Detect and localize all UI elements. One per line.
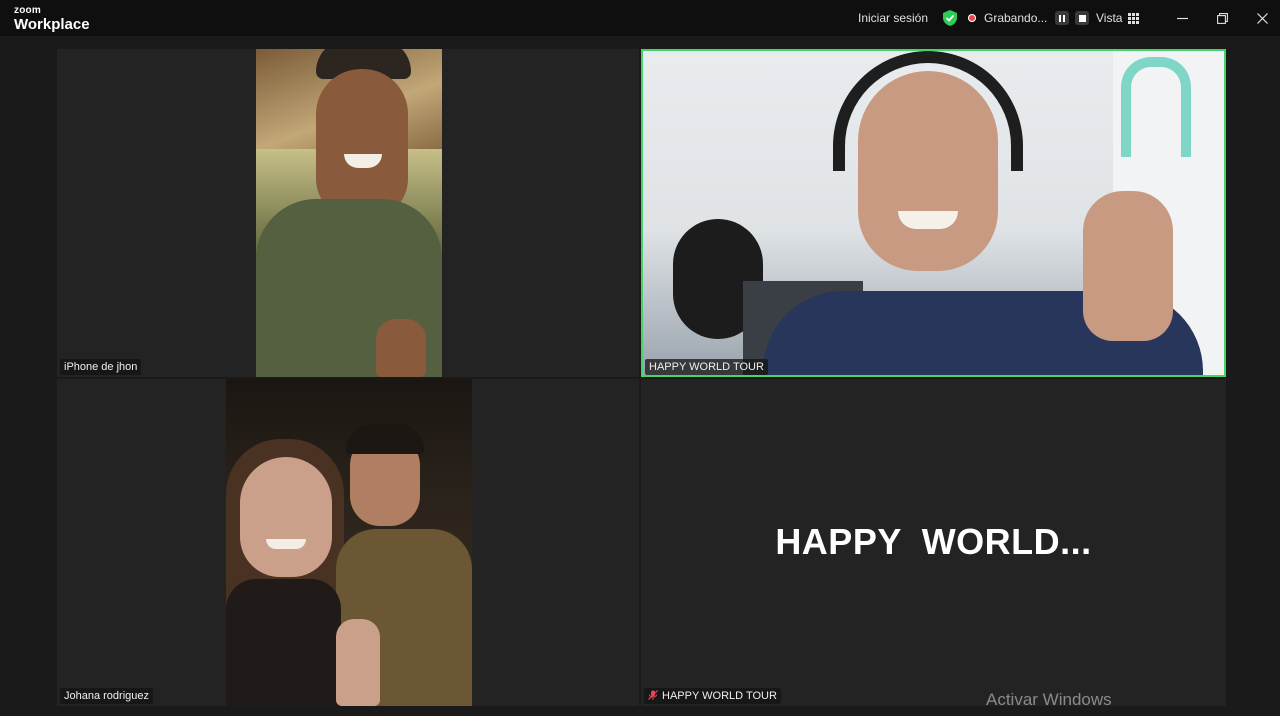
participant-name-tag: HAPPY WORLD TOUR — [644, 688, 781, 704]
participant-name-tag: Johana rodriguez — [60, 688, 154, 704]
shield-check-icon — [943, 10, 957, 26]
close-icon — [1256, 12, 1268, 24]
close-button[interactable] — [1242, 0, 1280, 36]
restore-icon — [1216, 12, 1228, 24]
pause-recording-button[interactable] — [1055, 11, 1070, 25]
video-tile-jhon[interactable]: iPhone de jhon — [57, 49, 639, 377]
face — [316, 69, 408, 219]
stop-icon — [1078, 14, 1086, 22]
face-woman — [240, 457, 332, 577]
grid-view-icon — [1128, 12, 1140, 24]
participant-video — [256, 49, 442, 377]
minimize-icon — [1176, 17, 1188, 19]
participant-display-name: HAPPY WORLD... — [775, 521, 1092, 562]
sign-in-button[interactable]: Iniciar sesión — [858, 0, 928, 36]
peace-hand — [1083, 191, 1173, 341]
brand-big: Workplace — [14, 16, 90, 33]
smile — [898, 211, 958, 229]
sign-in-label: Iniciar sesión — [858, 11, 929, 25]
participant-name: Johana rodriguez — [64, 690, 150, 702]
stop-recording-button[interactable] — [1075, 11, 1090, 25]
jacket-woman — [226, 579, 341, 706]
video-tile-happy-world-tour-off[interactable]: HAPPY WORLD... HAPPY WORLD TOUR — [641, 379, 1226, 706]
hair-man — [346, 424, 424, 454]
thumb-hand — [376, 319, 426, 377]
minimize-button[interactable] — [1162, 0, 1202, 36]
pause-icon — [1059, 14, 1066, 22]
banner-logo — [1121, 57, 1191, 157]
video-tile-johana[interactable]: Johana rodriguez — [57, 379, 639, 706]
peace-hand — [336, 619, 380, 706]
smile — [266, 539, 306, 549]
brand-small: zoom — [14, 5, 41, 16]
participant-name-tag: HAPPY WORLD TOUR — [645, 359, 768, 375]
view-button[interactable]: Vista — [1096, 0, 1140, 36]
participant-name: HAPPY WORLD TOUR — [649, 361, 764, 373]
recording-label: Grabando... — [984, 11, 1048, 25]
video-tile-happy-world-tour[interactable]: HAPPY WORLD TOUR — [641, 49, 1226, 377]
restore-button[interactable] — [1202, 0, 1242, 36]
participant-name: iPhone de jhon — [64, 361, 138, 373]
participant-video — [643, 51, 1224, 375]
mic-muted-icon — [648, 690, 658, 700]
headset — [833, 51, 1023, 171]
record-dot-icon — [968, 14, 976, 22]
app-logo: zoom Workplace — [14, 5, 90, 33]
participant-video — [226, 379, 472, 706]
participant-name: HAPPY WORLD TOUR — [662, 690, 777, 702]
recording-indicator: Grabando... — [968, 0, 1090, 36]
security-shield-icon[interactable] — [943, 0, 957, 36]
windows-activation-watermark: Activar Windows — [986, 690, 1112, 709]
participant-name-tag: iPhone de jhon — [60, 359, 142, 375]
view-label: Vista — [1096, 11, 1123, 25]
title-bar: zoom Workplace Iniciar sesión Grabando..… — [0, 0, 1280, 36]
